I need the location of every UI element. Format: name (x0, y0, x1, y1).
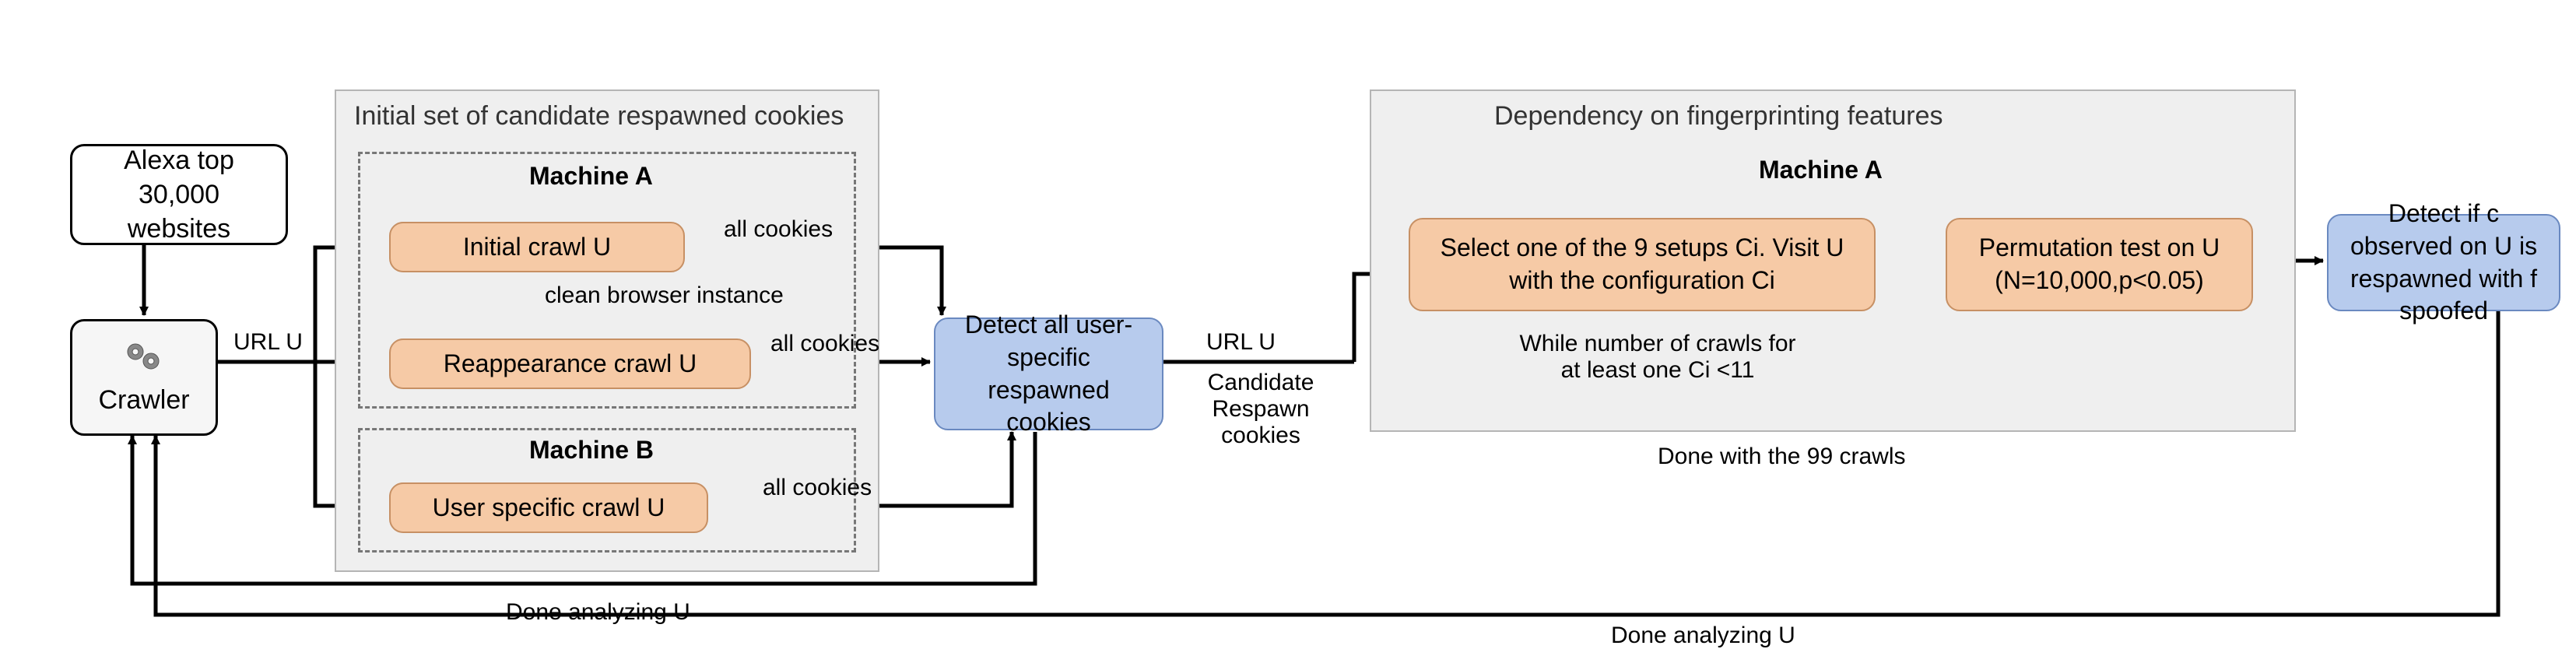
all-cookies-2: all cookies (770, 331, 879, 357)
initial-crawl-label: Initial crawl U (463, 231, 611, 264)
reappearance-crawl-label: Reappearance crawl U (444, 348, 697, 381)
phase2-title: Dependency on fingerprinting features (1494, 101, 1943, 132)
done-99-label: Done with the 99 crawls (1658, 444, 1906, 470)
crawler-label: Crawler (98, 385, 189, 416)
phase1-machine-b-title: Machine B (529, 436, 654, 465)
detect-phase2-label: Detect if c observed on U is respawned w… (2341, 198, 2546, 327)
alexa-label: Alexa top 30,000 websites (85, 143, 273, 247)
user-specific-crawl-label: User specific crawl U (433, 492, 665, 524)
reappearance-crawl-box: Reappearance crawl U (389, 339, 751, 389)
gear-icon (123, 339, 165, 381)
detect-phase1-label: Detect all user-specific respawned cooki… (948, 309, 1149, 438)
detect-phase2-box: Detect if c observed on U is respawned w… (2327, 214, 2560, 311)
detect-phase1-box: Detect all user-specific respawned cooki… (934, 317, 1163, 430)
all-cookies-1: all cookies (724, 216, 833, 243)
done-analyzing-2: Done analyzing U (1611, 623, 1795, 649)
permutation-test-label: Permutation test on U (N=10,000,p<0.05) (1960, 232, 2239, 296)
select-setup-label: Select one of the 9 setups Ci. Visit U w… (1423, 232, 1862, 296)
done-analyzing-1: Done analyzing U (506, 599, 690, 626)
diagram-canvas: Alexa top 30,000 websites Crawler URL U … (0, 0, 2576, 648)
all-cookies-3: all cookies (763, 475, 872, 501)
crawler-box: Crawler (70, 319, 218, 436)
url-u-left-label: URL U (233, 329, 303, 356)
phase1-machine-a-title: Machine A (529, 162, 653, 191)
candidate-cookies-label: Candidate Respawn cookies (1183, 370, 1339, 449)
permutation-test-box: Permutation test on U (N=10,000,p<0.05) (1946, 218, 2253, 311)
alexa-input-box: Alexa top 30,000 websites (70, 144, 288, 245)
user-specific-crawl-box: User specific crawl U (389, 482, 708, 533)
phase2-machine-a-title: Machine A (1759, 156, 1883, 184)
select-setup-box: Select one of the 9 setups Ci. Visit U w… (1409, 218, 1876, 311)
while-loop-label: While number of crawls for at least one … (1510, 331, 1806, 384)
clean-browser-label: clean browser instance (545, 282, 784, 309)
url-u-right-label: URL U (1206, 329, 1276, 356)
phase1-title: Initial set of candidate respawned cooki… (354, 101, 844, 132)
initial-crawl-box: Initial crawl U (389, 222, 685, 272)
